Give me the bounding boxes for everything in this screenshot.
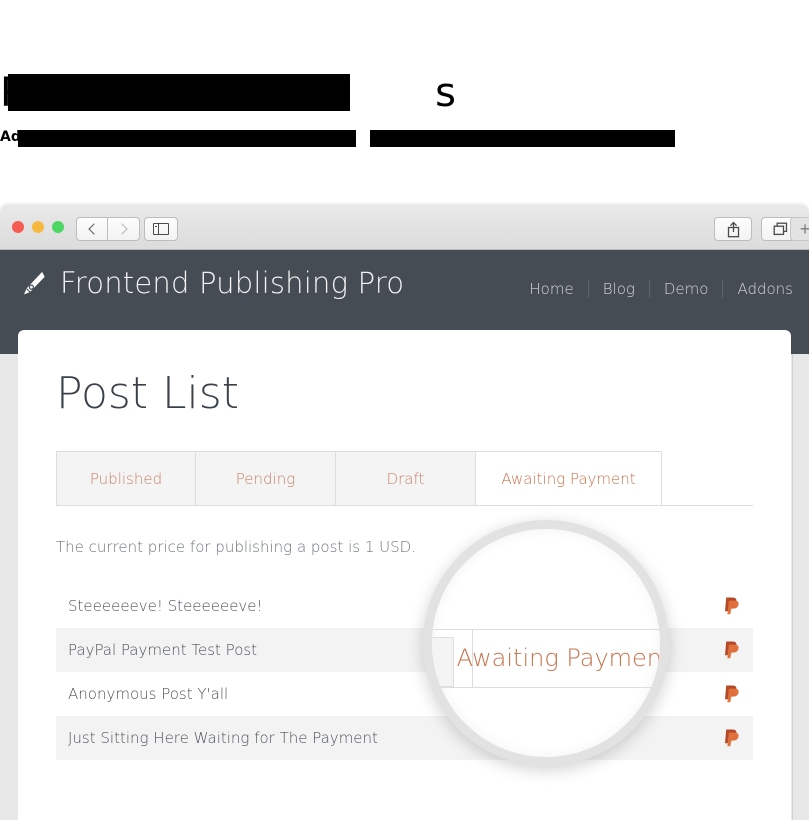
window-controls [12,221,64,233]
paypal-icon[interactable] [723,684,741,704]
new-tab-label: + [799,219,809,239]
navigation-buttons [76,217,140,241]
browser-titlebar: + [0,205,809,250]
magnified-tab-bottom-border [432,687,660,688]
minimize-window-button[interactable] [32,221,44,233]
zoom-window-button[interactable] [52,221,64,233]
page-body: Post List Published Pending Draft Awaiti… [0,330,809,820]
post-status-tabs: Published Pending Draft Awaiting Payment [56,451,753,506]
tab-published-label: Published [89,469,163,488]
table-row[interactable]: Just Sitting Here Waiting for The Paymen… [56,716,753,760]
redaction-bar-subtitle-left [18,130,356,147]
paypal-icon[interactable] [723,728,741,748]
tabs-icon [773,222,787,236]
sidebar-toggle-button[interactable] [144,217,178,241]
tab-awaiting-payment[interactable]: Awaiting Payment [476,451,662,505]
paypal-icon[interactable] [723,640,741,660]
document-heading-area: PXXXXXXXXXXXXXXXs AdXXXXXXXXXXXXXXXXXXXX… [0,0,809,200]
site-brand[interactable]: Frontend Publishing Pro [18,266,404,300]
sidebar-icon [153,223,169,235]
magnified-tab-label[interactable]: Awaiting Payment [432,629,660,687]
share-button[interactable] [714,217,752,241]
share-icon [727,221,739,237]
nav-item-blog[interactable]: Blog [587,280,649,298]
nav-item-demo[interactable]: Demo [648,280,723,298]
tab-published[interactable]: Published [56,451,196,505]
pen-nib-icon [24,271,46,295]
tab-pending-label: Pending [235,469,296,488]
close-window-button[interactable] [12,221,24,233]
site-brand-title: Frontend Publishing Pro [60,266,405,300]
tab-pending[interactable]: Pending [196,451,336,505]
page-scrollbar[interactable] [792,354,809,820]
page-title: Post List [56,368,239,419]
magnifier-content: Awaiting Payment [432,529,660,757]
tab-awaiting-payment-label: Awaiting Payment [501,469,636,488]
paypal-icon[interactable] [723,596,741,616]
redaction-bar-subtitle-right [370,130,675,147]
site-header: Frontend Publishing Pro Home Blog Demo A… [0,250,809,330]
nav-item-home[interactable]: Home [515,280,587,298]
titlebar-right-buttons [714,217,799,241]
nav-item-addons[interactable]: Addons [722,280,793,298]
forward-button[interactable] [108,217,140,241]
browser-window: + Frontend Publishing Pro Home Blog Demo… [0,205,809,820]
magnifier-loupe: Awaiting Payment [423,520,669,766]
site-nav: Home Blog Demo Addons [515,280,793,298]
chevron-right-icon [116,223,128,235]
tab-draft[interactable]: Draft [336,451,476,505]
tab-draft-label: Draft [386,469,425,488]
price-note: The current price for publishing a post … [56,538,416,556]
redaction-bar-title [8,74,350,111]
chevron-left-icon [87,223,100,235]
content-card: Post List Published Pending Draft Awaiti… [18,330,791,820]
back-button[interactable] [76,217,108,241]
new-tab-button[interactable]: + [790,217,809,241]
